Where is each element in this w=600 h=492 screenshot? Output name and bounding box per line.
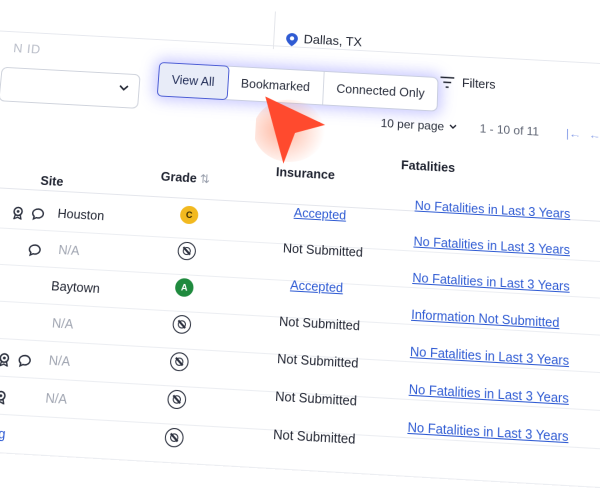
- no-grade-icon: [172, 314, 192, 335]
- no-grade-icon: [177, 241, 197, 261]
- dropdown-select[interactable]: [0, 66, 141, 109]
- prev-page-icon[interactable]: ←: [589, 128, 600, 142]
- award-icon: [0, 352, 11, 366]
- grade-badge: C: [179, 205, 199, 225]
- filters-button[interactable]: Filters: [440, 75, 496, 92]
- fatalities-link[interactable]: No Fatalities in Last 3 Years: [407, 420, 568, 444]
- comment-icon[interactable]: [17, 354, 32, 368]
- stage: Dallas, TX N ID View All Bookmarked Conn…: [0, 0, 600, 492]
- filters-label: Filters: [461, 76, 496, 92]
- fatalities-link[interactable]: No Fatalities in Last 3 Years: [410, 345, 569, 369]
- grade-badge: A: [174, 277, 195, 298]
- per-page-select[interactable]: 10 per page: [380, 116, 457, 134]
- fatalities-link[interactable]: Information Not Submitted: [411, 307, 559, 330]
- column-header-grade[interactable]: Grade ⇅: [160, 170, 210, 186]
- insurance-link[interactable]: Accepted: [290, 278, 344, 295]
- no-grade-icon: [164, 427, 185, 448]
- pagination-range: 1 - 10 of 11: [479, 121, 540, 139]
- fatalities-link[interactable]: No Fatalities in Last 3 Years: [413, 234, 570, 257]
- site-cell: Houston: [57, 206, 105, 224]
- filter-icon: [440, 76, 454, 88]
- fatalities-link[interactable]: No Fatalities in Last 3 Years: [415, 199, 571, 222]
- site-cell: Baytown: [50, 279, 101, 297]
- insurance-status: Not Submitted: [276, 351, 359, 371]
- per-page-label: 10 per page: [380, 116, 445, 134]
- no-grade-icon: [169, 351, 190, 372]
- chevron-down-icon: [449, 124, 457, 130]
- insurance-link[interactable]: Accepted: [294, 206, 347, 223]
- chevron-down-icon: [119, 83, 130, 93]
- award-icon: [11, 206, 25, 220]
- first-page-icon[interactable]: |←: [566, 126, 581, 140]
- search-bar: Dallas, TX: [0, 0, 600, 68]
- cursor-pointer-icon: [253, 96, 327, 166]
- site-cell: N/A: [44, 390, 68, 407]
- insurance-status: Not Submitted: [272, 427, 356, 447]
- tab-view-all[interactable]: View All: [156, 61, 230, 101]
- fatalities-link[interactable]: No Fatalities in Last 3 Years: [412, 271, 570, 294]
- site-cell: N/A: [48, 353, 71, 370]
- tab-connected-only[interactable]: Connected Only: [323, 72, 438, 111]
- insurance-status: Not Submitted: [278, 314, 361, 334]
- divider: [272, 11, 276, 50]
- fatalities-link[interactable]: No Fatalities in Last 3 Years: [409, 382, 569, 406]
- sort-icon[interactable]: ⇅: [199, 172, 210, 186]
- column-header-fatalities: Fatalities: [400, 158, 456, 176]
- insurance-status: Not Submitted: [282, 241, 364, 260]
- comment-icon[interactable]: [28, 243, 42, 257]
- row-divider: [0, 448, 600, 492]
- site-cell: N/A: [57, 242, 81, 259]
- location-pin-icon: [285, 32, 299, 47]
- no-grade-icon: [166, 389, 187, 410]
- location-input[interactable]: Dallas, TX: [303, 32, 362, 49]
- award-icon: [0, 390, 8, 404]
- row-link[interactable]: sting: [0, 425, 6, 441]
- site-cell: N/A: [51, 316, 74, 332]
- insurance-status: Not Submitted: [274, 389, 358, 409]
- grade-header-label: Grade: [160, 169, 198, 186]
- column-header-site: Site: [39, 173, 64, 189]
- comment-icon[interactable]: [31, 207, 45, 221]
- id-search-input[interactable]: N ID: [13, 41, 42, 57]
